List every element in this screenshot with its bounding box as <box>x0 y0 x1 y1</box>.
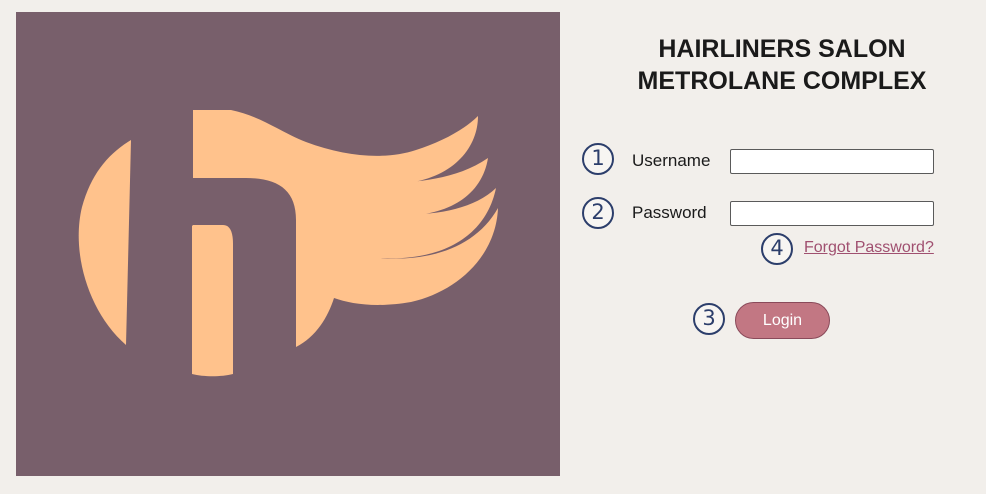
salon-logo-panel <box>16 12 560 476</box>
password-input[interactable] <box>730 201 934 226</box>
marker-3-badge: 3 <box>693 303 725 335</box>
username-label: Username <box>632 151 711 170</box>
hairliners-logo-icon <box>78 110 498 377</box>
marker-4-badge: 4 <box>761 233 793 265</box>
password-label: Password <box>632 203 707 222</box>
login-button[interactable]: Login <box>735 302 830 339</box>
marker-1-badge: 1 <box>582 143 614 175</box>
title-line-1: HAIRLINERS SALON <box>658 35 906 63</box>
title-line-2: METROLANE COMPLEX <box>637 67 927 95</box>
username-input[interactable] <box>730 149 934 174</box>
page-title: HAIRLINERS SALON METROLANE COMPLEX <box>590 33 974 97</box>
forgot-password-link[interactable]: Forgot Password? <box>804 239 934 257</box>
marker-2-badge: 2 <box>582 197 614 229</box>
